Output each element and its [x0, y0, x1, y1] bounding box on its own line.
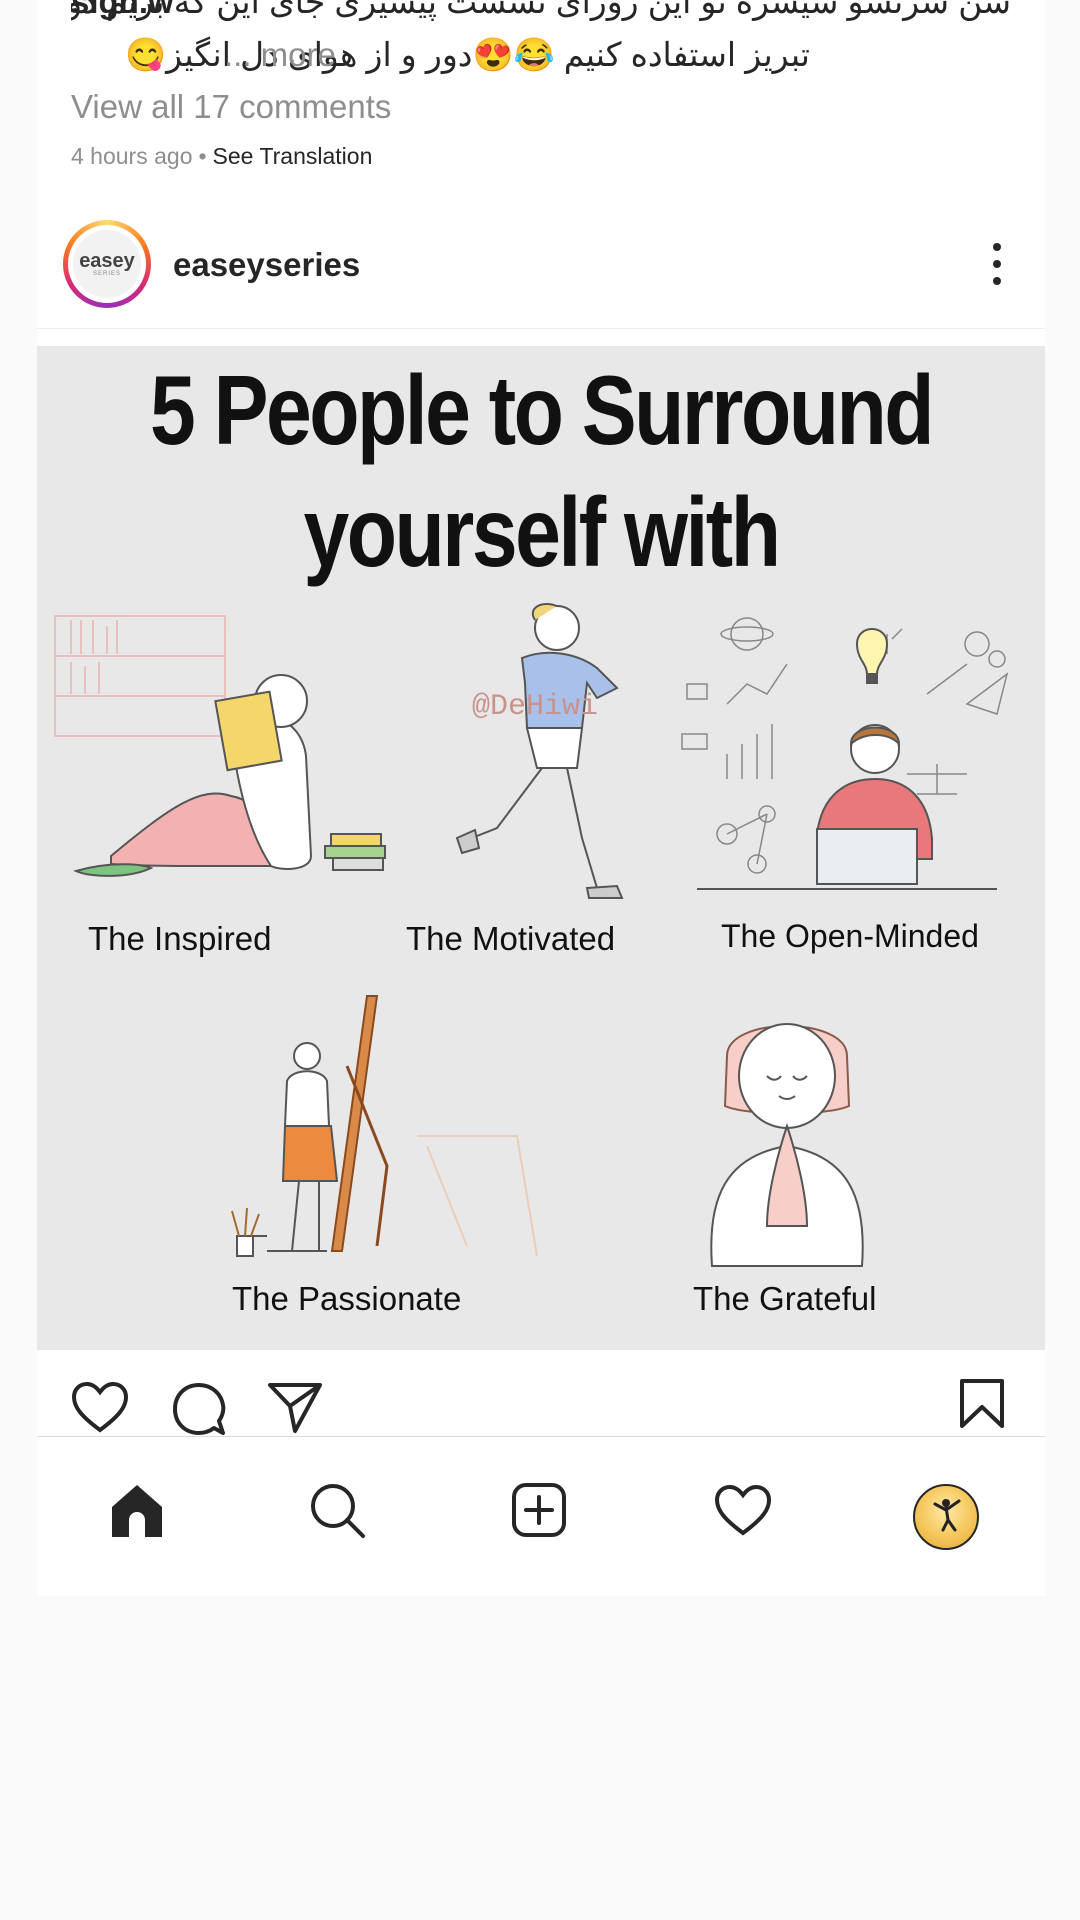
dancer-silhouette-icon [933, 1499, 961, 1532]
headline-line-2: yourself with [303, 477, 781, 587]
post-avatar[interactable]: easey SERIES [63, 220, 151, 308]
avatar-logo-text: easey [79, 250, 135, 272]
meta-separator: • [198, 143, 207, 169]
caption-cut-text: شن سرنسو سیسره تو این زورای نسست پیشیری … [71, 0, 1011, 20]
caption-cut-left: sign.w [71, 0, 174, 20]
profile-avatar[interactable] [913, 1484, 979, 1550]
bottom-tab-bar [37, 1436, 1045, 1596]
post-username[interactable]: easeyseries [173, 246, 360, 284]
activity-heart-icon[interactable] [714, 1485, 772, 1537]
post-image[interactable]: 5 People to Surround yourself with @DeHi… [37, 346, 1045, 1350]
passionate-illustration [231, 995, 538, 1257]
open-minded-illustration [681, 617, 1009, 890]
post-action-bar [37, 1352, 1045, 1436]
more-options-icon[interactable] [989, 241, 1005, 287]
label-open-minded: The Open-Minded [721, 918, 979, 954]
heart-icon[interactable] [71, 1382, 129, 1434]
post-header: easey SERIES easeyseries [37, 218, 1045, 329]
see-translation-link[interactable]: See Translation [213, 143, 373, 169]
post-time: 4 hours ago [71, 143, 193, 169]
motivated-illustration [455, 602, 624, 899]
label-motivated: The Motivated [406, 920, 616, 957]
headline-line-1: 5 People to Surround [149, 355, 935, 465]
search-icon[interactable] [309, 1482, 367, 1540]
grateful-illustration [710, 1023, 864, 1267]
bookmark-icon[interactable] [959, 1378, 1005, 1430]
caption-more-link[interactable]: ... more [224, 32, 336, 78]
label-inspired: The Inspired [88, 920, 272, 957]
image-watermark: @DeHiwi [472, 690, 599, 724]
label-grateful: The Grateful [693, 1280, 877, 1317]
create-icon[interactable] [511, 1482, 567, 1538]
post-meta: 4 hours ago • See Translation [71, 143, 372, 170]
caption-cut-line: شن سرنسو سیسره تو این زورای نسست پیشیری … [71, 0, 1011, 22]
image-headline: 5 People to Surround yourself with [118, 346, 965, 593]
home-icon[interactable] [109, 1482, 165, 1540]
avatar-logo: easey SERIES [73, 230, 141, 298]
inspired-illustration [54, 615, 386, 877]
share-icon[interactable] [267, 1382, 323, 1434]
view-all-comments-link[interactable]: View all 17 comments [71, 88, 391, 126]
label-passionate: The Passionate [232, 1280, 462, 1317]
comment-icon[interactable] [172, 1382, 226, 1436]
avatar-logo-sub: SERIES [92, 271, 121, 277]
instagram-feed: شن سرنسو سیسره تو این زورای نسست پیشیری … [37, 0, 1045, 1596]
